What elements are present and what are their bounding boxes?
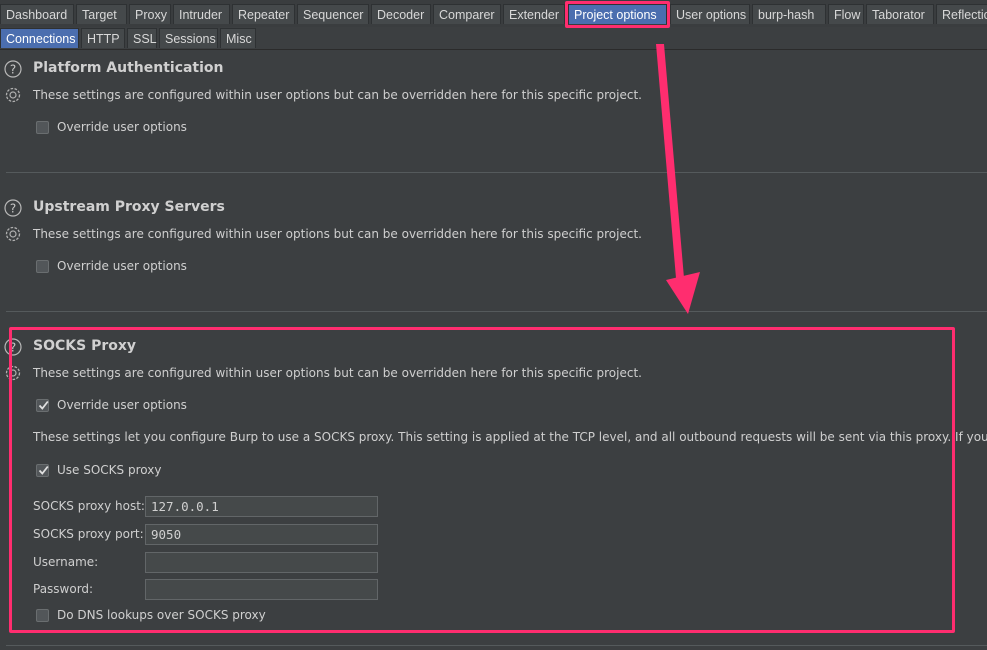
tab-target[interactable]: Target: [76, 4, 127, 24]
sub-tab-bar: Connections HTTP SSL Sessions Misc: [0, 27, 987, 50]
section-divider: [6, 311, 987, 312]
tab-proxy[interactable]: Proxy: [129, 4, 171, 24]
section-title-upstream-proxy-servers: Upstream Proxy Servers: [33, 199, 225, 215]
subtab-misc[interactable]: Misc: [220, 28, 256, 48]
main-tab-bar: Dashboard Target Proxy Intruder Repeater…: [0, 0, 987, 28]
checkbox-label: Override user options: [57, 259, 187, 273]
section-divider: [6, 645, 987, 646]
subtab-ssl[interactable]: SSL: [127, 28, 157, 48]
tab-decoder[interactable]: Decoder: [371, 4, 431, 24]
checkbox-label: Override user options: [57, 120, 187, 134]
checkbox-box[interactable]: [36, 260, 49, 273]
svg-text:?: ?: [10, 63, 16, 77]
section-description: These settings are configured within use…: [33, 88, 642, 102]
tab-dashboard[interactable]: Dashboard: [0, 4, 74, 24]
gear-icon[interactable]: [3, 224, 23, 244]
tab-comparer[interactable]: Comparer: [433, 4, 501, 24]
subtab-connections[interactable]: Connections: [0, 28, 79, 48]
subtab-http[interactable]: HTTP: [81, 28, 125, 48]
tab-user-options[interactable]: User options: [670, 4, 750, 24]
tab-repeater[interactable]: Repeater: [232, 4, 295, 24]
tab-sequencer[interactable]: Sequencer: [297, 4, 369, 24]
svg-text:?: ?: [10, 202, 16, 216]
help-icon[interactable]: ?: [4, 199, 22, 217]
tab-burp-hash[interactable]: burp-hash: [752, 4, 826, 24]
subtab-sessions[interactable]: Sessions: [159, 28, 218, 48]
tab-extender[interactable]: Extender: [503, 4, 565, 24]
section-divider: [6, 172, 987, 173]
section-title-platform-authentication: Platform Authentication: [33, 60, 224, 76]
section-description: These settings are configured within use…: [33, 227, 642, 241]
tab-intruder[interactable]: Intruder: [173, 4, 230, 24]
annotation-highlight-socks-section: [9, 327, 955, 633]
tab-taborator[interactable]: Taborator: [866, 4, 934, 24]
annotation-highlight-tab: [565, 1, 670, 28]
help-icon[interactable]: ?: [4, 60, 22, 78]
checkbox-box[interactable]: [36, 121, 49, 134]
tab-flow[interactable]: Flow: [828, 4, 864, 24]
tab-reflection[interactable]: Reflectio: [936, 4, 987, 24]
gear-icon[interactable]: [3, 85, 23, 105]
